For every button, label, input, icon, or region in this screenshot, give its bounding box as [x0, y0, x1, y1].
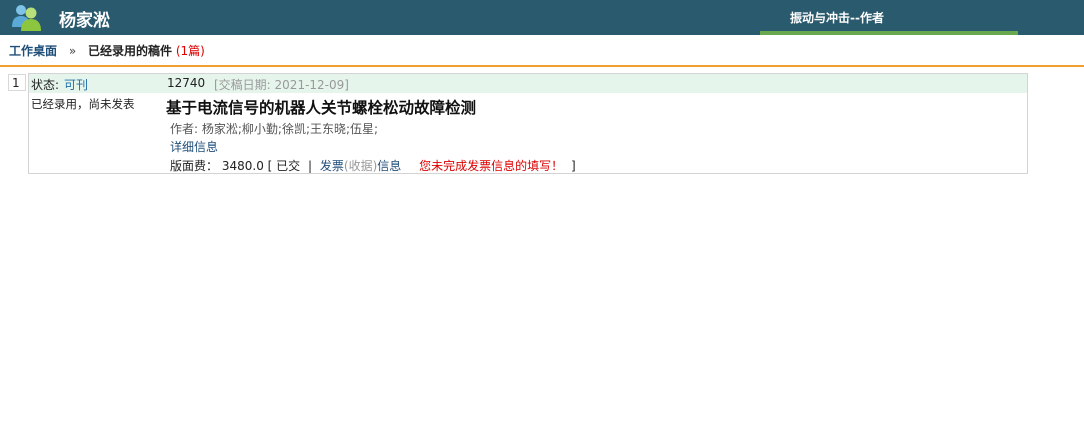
- fee-close-bracket: ]: [570, 159, 576, 173]
- breadcrumb: 工作桌面 » 已经录用的稿件 (1篇): [9, 42, 205, 59]
- detail-info-link[interactable]: 详细信息: [170, 138, 218, 155]
- row-index: 1: [8, 74, 26, 91]
- users-icon: [12, 5, 41, 31]
- divider-line: [0, 65, 1084, 67]
- journal-role: 振动与冲击--作者: [790, 11, 884, 25]
- user-name: 杨家淞: [59, 11, 110, 31]
- submit-date: [交稿日期: 2021-12-09]: [214, 78, 349, 92]
- status-value: 可刊: [64, 78, 89, 92]
- invoice-info-link[interactable]: 信息: [377, 159, 401, 173]
- status-label: 状态:: [31, 78, 60, 92]
- fee-label: 版面费：: [170, 159, 219, 173]
- manuscript-card: 状态: 可刊 12740 [交稿日期: 2021-12-09] 已经录用，尚未发…: [28, 73, 1028, 174]
- invoice-link[interactable]: 发票: [320, 159, 344, 173]
- top-header-bar: 杨家淞 振动与冲击--作者: [0, 0, 1084, 31]
- manuscript-header-row: 状态: 可刊 12740 [交稿日期: 2021-12-09]: [29, 74, 1027, 93]
- manuscript-id: 12740: [167, 76, 206, 90]
- header-stripe: [0, 31, 1084, 35]
- page-fee-row: 版面费： 3480.0 [ 已交 | 发票(收据)信息 您未完成发票信息的填写！…: [170, 157, 576, 174]
- manuscript-authors: 作者: 杨家淞;柳小勤;徐凯;王东晓;伍星;: [170, 122, 379, 136]
- manuscript-title: 基于电流信号的机器人关节螺栓松动故障检测: [166, 99, 477, 117]
- breadcrumb-home-link[interactable]: 工作桌面: [9, 44, 57, 58]
- breadcrumb-separator: »: [68, 44, 77, 58]
- fee-separator: |: [308, 159, 313, 173]
- breadcrumb-current: 已经录用的稿件: [88, 44, 173, 58]
- manuscript-count: (1篇): [175, 44, 205, 58]
- fee-paid-status: [ 已交: [267, 159, 301, 173]
- publication-status-note: 已经录用，尚未发表: [31, 97, 135, 111]
- header-accent: [760, 31, 1018, 35]
- fee-value: 3480.0: [221, 159, 264, 173]
- invoice-warning: 您未完成发票信息的填写！: [419, 159, 564, 173]
- receipt-label: (收据): [343, 159, 378, 173]
